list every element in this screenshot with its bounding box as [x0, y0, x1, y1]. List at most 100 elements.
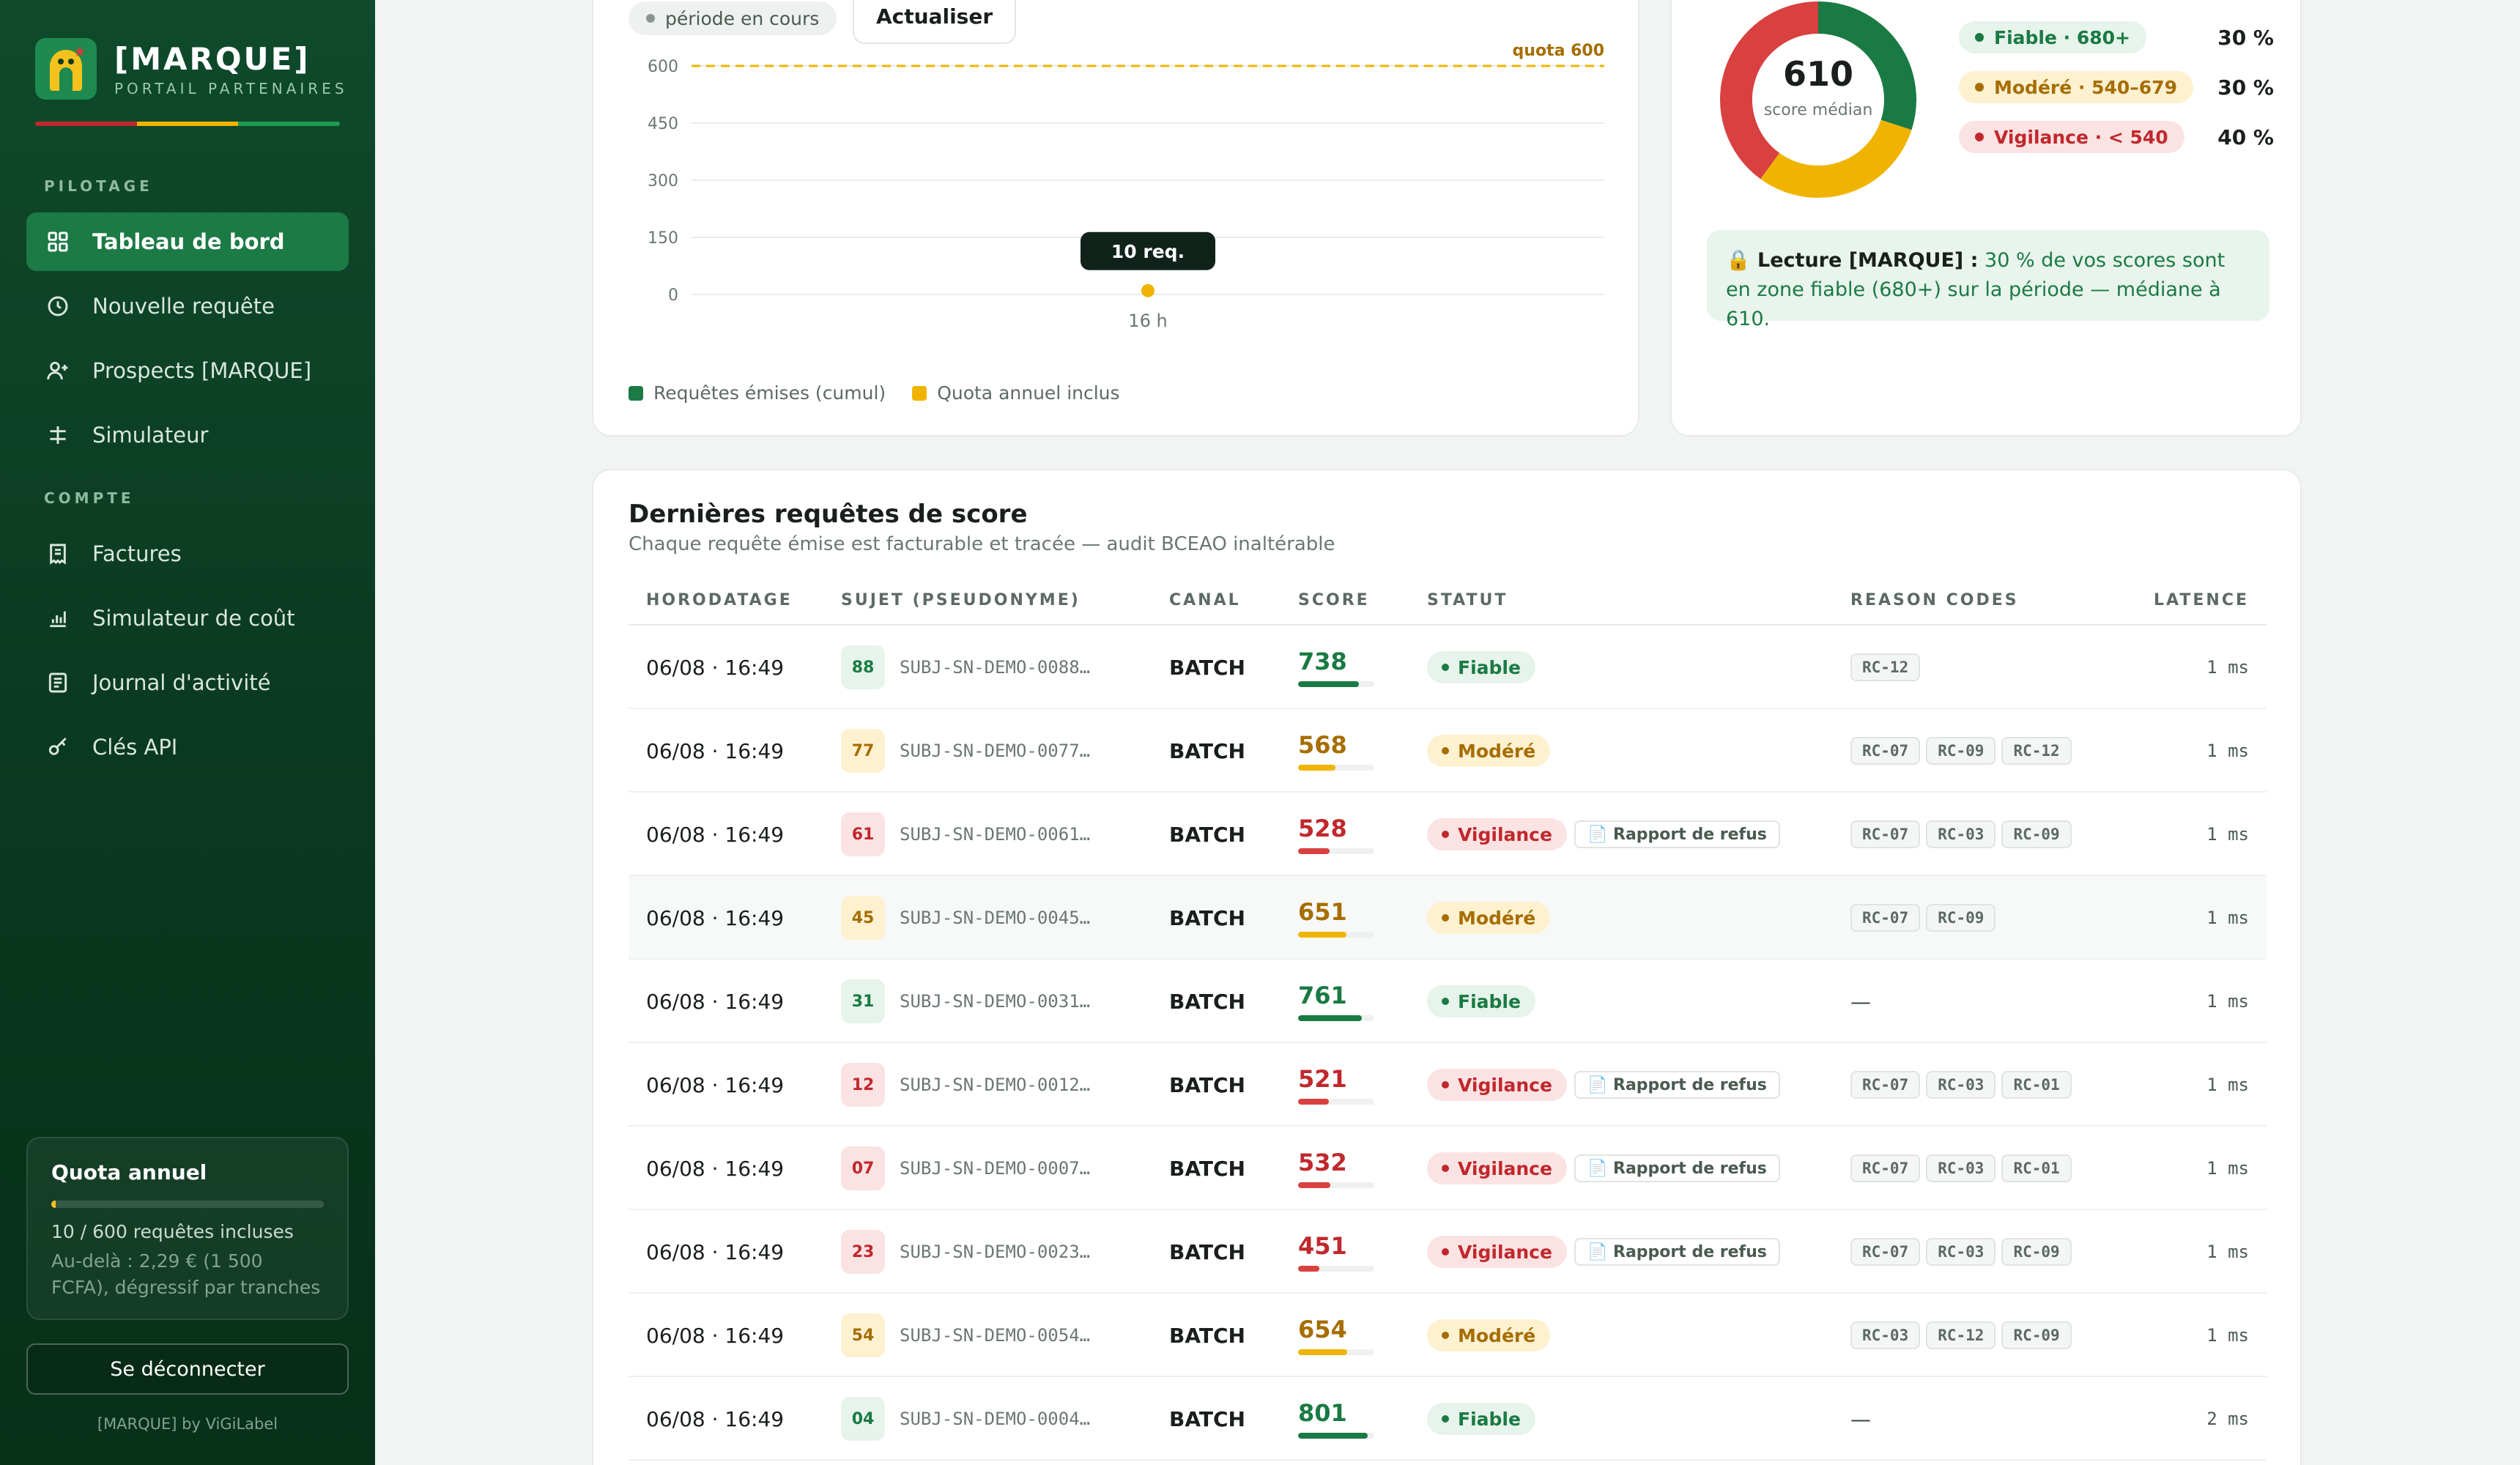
status-badge: Fiable — [1427, 985, 1535, 1017]
cell-subject[interactable]: 23 SUBJ-SN-DEMO-0023… — [841, 1210, 1090, 1294]
flag-stripe — [35, 122, 340, 126]
th-latency[interactable]: LATENCE — [2154, 574, 2249, 626]
brand[interactable]: ★ [MARQUE] PORTAIL PARTENAIRES — [35, 38, 348, 100]
status-badge: Modéré — [1427, 902, 1551, 934]
median-label: score médian — [1763, 101, 1873, 119]
cell-subject[interactable]: 04 SUBJ-SN-DEMO-0004… — [841, 1377, 1090, 1461]
cell-subject[interactable]: 88 SUBJ-SN-DEMO-0088… — [841, 626, 1090, 709]
score-value: 521 — [1298, 1065, 1347, 1093]
cell-score: 451 — [1298, 1210, 1374, 1294]
score-value: 654 — [1298, 1316, 1347, 1343]
cell-score: 761 — [1298, 960, 1374, 1043]
cell-subject[interactable]: 77 SUBJ-SN-DEMO-0077… — [841, 709, 1090, 793]
table-row[interactable]: 06/08 · 16:49 54 SUBJ-SN-DEMO-0054… BATC… — [629, 1294, 2267, 1377]
th-codes[interactable]: REASON CODES — [1850, 574, 2019, 626]
sidebar-item-new-request[interactable]: Nouvelle requête — [26, 277, 349, 335]
cell-status: Vigilance 📄 Rapport de refus — [1427, 1127, 1780, 1210]
score-distribution-card: 610 score médian Fiable · 680+ 30 % Modé… — [1670, 0, 2302, 437]
subject-avatar: 54 — [841, 1313, 885, 1357]
cell-channel: BATCH — [1169, 1406, 1245, 1431]
user-plus-icon — [45, 358, 70, 383]
tier-badge-fiable: Fiable · 680+ — [1959, 21, 2146, 53]
table-row[interactable]: 06/08 · 16:49 61 SUBJ-SN-DEMO-0061… BATC… — [629, 793, 2267, 876]
sidebar-item-label: Tableau de bord — [92, 229, 285, 254]
sidebar-item-activity-log[interactable]: Journal d'activité — [26, 653, 349, 712]
status-badge: Vigilance — [1427, 818, 1567, 850]
score-bar — [1298, 1433, 1374, 1439]
cell-subject[interactable]: 12 SUBJ-SN-DEMO-0012… — [841, 1043, 1090, 1127]
th-subject[interactable]: SUJET (PSEUDONYME) — [841, 574, 1081, 626]
score-value: 528 — [1298, 815, 1347, 842]
subject-avatar: 31 — [841, 979, 885, 1023]
cell-time: 06/08 · 16:49 — [646, 1072, 785, 1097]
sidebar-item-label: Factures — [92, 541, 182, 566]
refusal-report-button[interactable]: 📄 Rapport de refus — [1574, 820, 1780, 848]
score-bar — [1298, 681, 1374, 687]
th-time[interactable]: HORODATAGE — [646, 574, 793, 626]
cell-channel: BATCH — [1169, 655, 1245, 680]
cell-channel: BATCH — [1169, 1239, 1245, 1264]
reason-code: RC-03 — [1926, 1238, 1996, 1266]
cell-time: 06/08 · 16:49 — [646, 1239, 785, 1264]
logout-button[interactable]: Se déconnecter — [26, 1343, 349, 1395]
reason-code: RC-09 — [1926, 737, 1996, 765]
sidebar-item-cost-simulator[interactable]: Simulateur de coût — [26, 589, 349, 648]
section-label-compte: COMPTE — [44, 489, 135, 507]
th-channel[interactable]: CANAL — [1169, 574, 1241, 626]
reason-code: RC-01 — [2001, 1154, 2072, 1182]
score-value: 801 — [1298, 1399, 1347, 1427]
table-row[interactable]: 06/08 · 16:49 23 SUBJ-SN-DEMO-0023… BATC… — [629, 1210, 2267, 1294]
sidebar-item-api-keys[interactable]: Clés API — [26, 718, 349, 776]
subject-avatar: 23 — [841, 1230, 885, 1274]
refusal-report-button[interactable]: 📄 Rapport de refus — [1574, 1071, 1780, 1099]
cell-score: 651 — [1298, 876, 1374, 960]
table-row[interactable]: 06/08 · 16:49 07 SUBJ-SN-DEMO-0007… BATC… — [629, 1127, 2267, 1210]
score-donut — [1720, 1, 1916, 198]
cell-score: 654 — [1298, 1294, 1374, 1377]
cell-latency: 1 ms — [2206, 908, 2249, 928]
score-bar — [1298, 932, 1374, 938]
quota-line-label: quota 600 — [1513, 42, 1604, 60]
reason-code: RC-09 — [2001, 820, 2072, 848]
table-row[interactable]: 06/08 · 16:49 31 SUBJ-SN-DEMO-0031… BATC… — [629, 960, 2267, 1043]
sidebar-item-dashboard[interactable]: Tableau de bord — [26, 212, 349, 271]
section-label-pilotage: PILOTAGE — [44, 177, 153, 195]
table-subtitle: Chaque requête émise est facturable et t… — [629, 533, 1335, 555]
score-value: 532 — [1298, 1149, 1347, 1176]
cell-status: Modéré — [1427, 876, 1551, 960]
sidebar-item-invoices[interactable]: Factures — [26, 524, 349, 583]
cell-channel: BATCH — [1169, 1072, 1245, 1097]
quota-title: Quota annuel — [51, 1160, 207, 1184]
cell-status: Fiable — [1427, 626, 1535, 709]
cell-channel: BATCH — [1169, 1323, 1245, 1348]
sidebar-item-label: Nouvelle requête — [92, 294, 275, 319]
table-row[interactable]: 06/08 · 16:49 77 SUBJ-SN-DEMO-0077… BATC… — [629, 709, 2267, 793]
th-score[interactable]: SCORE — [1298, 574, 1370, 626]
cell-subject[interactable]: 54 SUBJ-SN-DEMO-0054… — [841, 1294, 1090, 1377]
th-status[interactable]: STATUT — [1427, 574, 1508, 626]
cell-score: 738 — [1298, 626, 1374, 709]
sidebar-item-prospects[interactable]: Prospects [MARQUE] — [26, 341, 349, 400]
cell-subject[interactable]: 31 SUBJ-SN-DEMO-0031… — [841, 960, 1090, 1043]
table-header: HORODATAGE SUJET (PSEUDONYME) CANAL SCOR… — [629, 574, 2267, 626]
table-row[interactable]: 06/08 · 16:49 12 SUBJ-SN-DEMO-0012… BATC… — [629, 1043, 2267, 1127]
table-row[interactable]: 06/08 · 16:49 04 SUBJ-SN-DEMO-0004… BATC… — [629, 1377, 2267, 1461]
quota-note: Au-delà : 2,29 € (1 500 FCFA), dégressif… — [51, 1250, 321, 1298]
table-row[interactable]: 06/08 · 16:49 88 SUBJ-SN-DEMO-0088… BATC… — [629, 626, 2267, 709]
cell-subject[interactable]: 07 SUBJ-SN-DEMO-0007… — [841, 1127, 1090, 1210]
cell-time: 06/08 · 16:49 — [646, 1323, 785, 1348]
sidebar-item-simulator[interactable]: Simulateur — [26, 406, 349, 464]
cell-subject[interactable]: 61 SUBJ-SN-DEMO-0061… — [841, 793, 1090, 876]
tier-badge-modere: Modéré · 540–679 — [1959, 71, 2193, 103]
key-icon — [45, 735, 70, 760]
table-row[interactable]: 06/08 · 16:49 45 SUBJ-SN-DEMO-0045… BATC… — [629, 876, 2267, 960]
sidebar-item-label: Simulateur — [92, 423, 209, 448]
data-point — [1141, 283, 1155, 297]
cell-latency: 1 ms — [2206, 824, 2249, 845]
cell-score: 528 — [1298, 793, 1374, 876]
score-value: 651 — [1298, 898, 1347, 926]
cell-subject[interactable]: 45 SUBJ-SN-DEMO-0045… — [841, 876, 1090, 960]
refusal-report-button[interactable]: 📄 Rapport de refus — [1574, 1154, 1780, 1182]
cell-time: 06/08 · 16:49 — [646, 738, 785, 763]
refusal-report-button[interactable]: 📄 Rapport de refus — [1574, 1238, 1780, 1266]
